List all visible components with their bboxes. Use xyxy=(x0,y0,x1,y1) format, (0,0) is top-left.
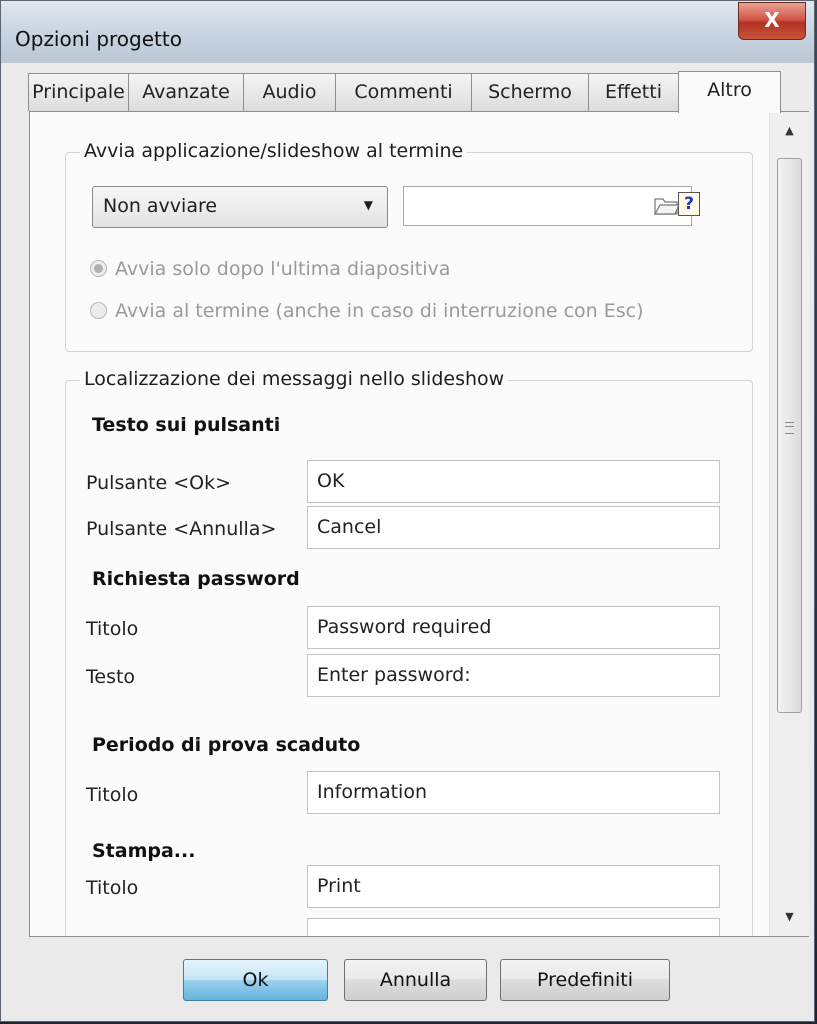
tab-panel-altro: Avvia applicazione/slideshow al termine … xyxy=(29,111,809,937)
window-title: Opzioni progetto xyxy=(15,27,182,51)
radio-after-last-slide[interactable]: Avvia solo dopo l'ultima diapositiva xyxy=(90,258,450,280)
trial-section-heading: Periodo di prova scaduto xyxy=(92,734,361,756)
chevron-down-icon: ▼ xyxy=(363,198,373,212)
ok-button-text-input[interactable]: OK xyxy=(307,460,720,503)
ok-button[interactable]: Ok xyxy=(183,959,328,1001)
print-next-input[interactable] xyxy=(307,918,720,936)
launch-group-title: Avvia applicazione/slideshow al termine xyxy=(80,140,468,162)
tab-principale[interactable]: Principale xyxy=(28,73,129,111)
title-bar[interactable]: Opzioni progetto X xyxy=(1,1,814,63)
scroll-up-icon[interactable]: ▲ xyxy=(770,112,809,150)
radio-after-end[interactable]: Avvia al termine (anche in caso di inter… xyxy=(90,300,644,322)
cancel-button[interactable]: Annulla xyxy=(344,959,487,1001)
radio-after-last-label: Avvia solo dopo l'ultima diapositiva xyxy=(115,258,451,280)
launch-path-field[interactable] xyxy=(403,186,692,226)
launch-group: Avvia applicazione/slideshow al termine xyxy=(65,140,753,352)
password-text-label: Testo xyxy=(86,666,136,688)
scrollbar-thumb[interactable] xyxy=(777,158,802,713)
radio-after-end-label: Avvia al termine (anche in caso di inter… xyxy=(115,300,644,322)
scroll-content: Avvia applicazione/slideshow al termine … xyxy=(30,112,768,936)
tab-schermo[interactable]: Schermo xyxy=(471,73,589,111)
password-title-label: Titolo xyxy=(86,618,139,640)
trial-title-label: Titolo xyxy=(86,784,139,806)
close-button[interactable]: X xyxy=(738,2,806,40)
scroll-down-icon[interactable]: ▼ xyxy=(770,898,809,936)
project-options-dialog: Opzioni progetto X Principale Avanzate A… xyxy=(0,0,815,1022)
localization-group-title: Localizzazione dei messaggi nello slides… xyxy=(80,368,509,390)
launch-select[interactable]: Non avviare ▼ xyxy=(92,186,388,228)
vertical-scrollbar[interactable]: ▲ ▼ xyxy=(769,112,809,936)
password-section-heading: Richiesta password xyxy=(92,568,300,590)
folder-open-icon[interactable] xyxy=(653,194,681,216)
trial-title-input[interactable]: Information xyxy=(307,771,720,814)
grip-icon xyxy=(785,422,794,434)
tab-altro[interactable]: Altro xyxy=(678,71,781,113)
buttons-section-heading: Testo sui pulsanti xyxy=(92,414,281,436)
close-icon: X xyxy=(764,8,780,32)
launch-select-value: Non avviare xyxy=(103,195,218,217)
tab-audio[interactable]: Audio xyxy=(243,73,336,111)
tab-effetti[interactable]: Effetti xyxy=(588,73,679,111)
password-text-input[interactable]: Enter password: xyxy=(307,654,720,697)
cancel-button-text-label: Pulsante <Annulla> xyxy=(86,518,277,540)
radio-button-selected[interactable] xyxy=(90,260,107,277)
cancel-button-text-input[interactable]: Cancel xyxy=(307,506,720,549)
defaults-button[interactable]: Predefiniti xyxy=(500,959,670,1001)
password-title-input[interactable]: Password required xyxy=(307,606,720,649)
help-icon[interactable]: ? xyxy=(678,192,700,216)
print-section-heading: Stampa... xyxy=(92,840,196,862)
ok-button-text-label: Pulsante <Ok> xyxy=(86,472,232,494)
tab-commenti[interactable]: Commenti xyxy=(335,73,472,111)
print-title-label: Titolo xyxy=(86,877,139,899)
print-title-input[interactable]: Print xyxy=(307,865,720,908)
tab-avanzate[interactable]: Avanzate xyxy=(128,73,244,111)
radio-button[interactable] xyxy=(90,302,107,319)
